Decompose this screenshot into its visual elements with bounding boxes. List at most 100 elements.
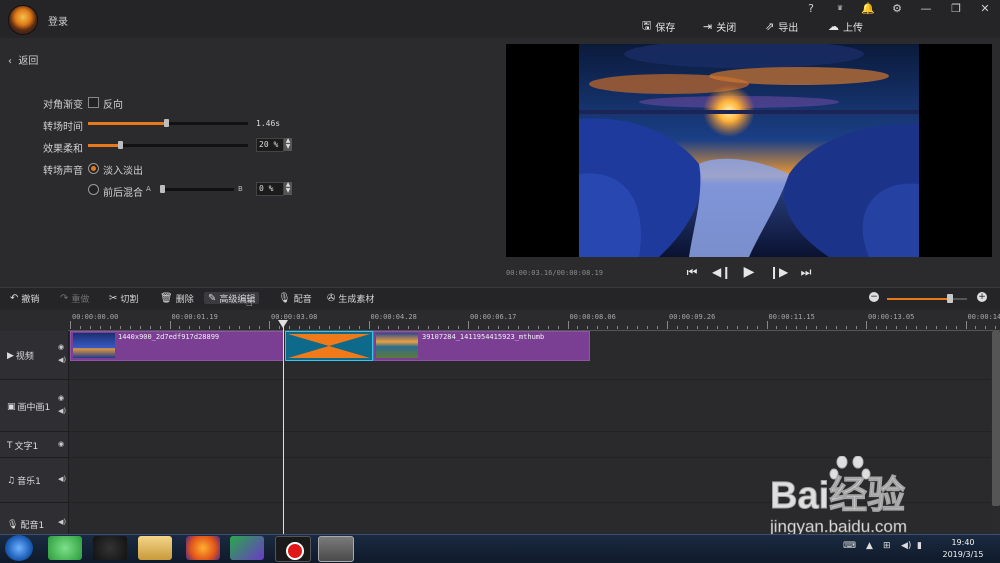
duration-slider-knob[interactable] xyxy=(164,119,169,127)
chevron-left-icon: ‹ xyxy=(8,56,12,67)
taskbar-app-qq-icon[interactable] xyxy=(93,536,127,560)
ruler-major-tick xyxy=(667,321,668,329)
taskbar-app-360-icon[interactable] xyxy=(48,536,82,560)
fade-radio[interactable] xyxy=(88,163,99,174)
transition-clip[interactable] xyxy=(285,331,373,361)
ruler-minor-tick xyxy=(458,326,459,329)
edit-toolbar xyxy=(0,287,1000,311)
taskbar-clock[interactable]: 19:40 2019/3/15 xyxy=(932,537,994,561)
soft-value-input[interactable]: 20 % xyxy=(256,138,284,152)
zoom-in-icon[interactable]: + xyxy=(977,292,987,302)
next-frame-icon[interactable]: ❙▶ xyxy=(769,264,785,280)
undo-button[interactable]: ↶ 撤销 xyxy=(10,292,39,304)
ruler-minor-tick xyxy=(299,326,300,329)
soft-spinner[interactable]: ▲▼ xyxy=(284,138,292,151)
mix-slider[interactable] xyxy=(162,188,234,191)
mix-radio[interactable] xyxy=(88,184,99,195)
track-body-pip[interactable] xyxy=(69,380,991,432)
ruler-minor-tick xyxy=(856,326,857,329)
track-body-text[interactable] xyxy=(69,432,991,458)
volume-icon[interactable]: ◀) xyxy=(901,541,911,551)
ruler-minor-tick xyxy=(558,326,559,329)
timeline-scrollbar[interactable] xyxy=(992,331,1000,506)
mix-a-label: A xyxy=(146,185,151,193)
eye-icon[interactable]: ◉ xyxy=(58,343,64,351)
generate-button[interactable]: ✇ 生成素材 xyxy=(327,292,374,304)
close-project-button[interactable]: ⇥ 关闭 xyxy=(703,19,736,33)
app-logo[interactable] xyxy=(8,5,38,35)
export-button[interactable]: ⇗ 导出 xyxy=(765,19,798,33)
gear-icon[interactable]: ⚙ xyxy=(889,2,905,16)
ruler-minor-tick xyxy=(985,326,986,329)
ruler-label: 00:00:00.00 xyxy=(72,313,118,321)
ruler-minor-tick xyxy=(289,326,290,329)
vip-icon[interactable]: ♛ xyxy=(832,4,848,18)
taskbar-app-player-icon[interactable] xyxy=(230,536,264,560)
login-link[interactable]: 登录 xyxy=(48,13,68,28)
ruler-major-tick xyxy=(170,321,171,329)
track-label-video: ▶视频 xyxy=(7,349,34,362)
close-icon[interactable]: ✕ xyxy=(977,2,993,16)
dub-label: 配音 xyxy=(294,292,312,305)
help-icon[interactable]: ? xyxy=(803,2,819,16)
ruler-minor-tick xyxy=(418,326,419,329)
speaker-icon[interactable]: ◀) xyxy=(58,518,66,526)
zoom-slider-knob[interactable] xyxy=(947,294,953,303)
ruler-minor-tick xyxy=(697,326,698,329)
reverse-checkbox[interactable] xyxy=(88,97,99,108)
playhead[interactable] xyxy=(283,320,284,534)
mix-spinner[interactable]: ▲▼ xyxy=(284,182,292,195)
ruler-minor-tick xyxy=(448,326,449,329)
taskbar-app-editor-icon[interactable] xyxy=(318,536,354,562)
taskbar-app-record-icon[interactable] xyxy=(275,536,311,562)
generate-label: 生成素材 xyxy=(338,292,374,305)
zoom-out-icon[interactable]: − xyxy=(869,292,879,302)
cut-button[interactable]: ✂ 切割 xyxy=(109,292,138,304)
ruler-minor-tick xyxy=(209,326,210,329)
start-button[interactable] xyxy=(5,535,33,561)
tray-arrow-icon[interactable]: ▲ xyxy=(866,541,873,551)
redo-button[interactable]: ↷ 重做 xyxy=(60,292,89,304)
ruler-minor-tick xyxy=(975,326,976,329)
ruler-major-tick xyxy=(369,321,370,329)
delete-button[interactable]: 🗑 删除 xyxy=(160,292,194,304)
bell-icon[interactable]: 🔔 xyxy=(860,2,876,16)
keyboard-icon[interactable]: ⌨ xyxy=(843,541,856,551)
restore-icon[interactable]: ❐ xyxy=(948,2,964,16)
clip-2-thumbnail xyxy=(376,333,418,358)
dub-button[interactable]: 🎙 配音 xyxy=(278,292,312,304)
prev-frame-icon[interactable]: ◀❙ xyxy=(712,264,728,280)
minimize-icon[interactable]: — xyxy=(918,2,934,16)
upload-button[interactable]: ☁ 上传 xyxy=(828,19,863,33)
signal-icon[interactable]: ▮ xyxy=(917,541,922,551)
speaker-icon[interactable]: ◀) xyxy=(58,407,66,415)
speaker-icon[interactable]: ◀) xyxy=(58,356,66,364)
music-note-icon: ♫ xyxy=(7,476,15,486)
play-icon[interactable]: ▶ xyxy=(741,264,757,280)
text-track-icon: T xyxy=(7,441,13,451)
network-icon[interactable]: ⊞ xyxy=(883,541,891,551)
skip-start-icon[interactable]: ⏮ xyxy=(684,264,700,280)
export-icon: ⇗ xyxy=(765,20,774,33)
taskbar-app-folder-icon[interactable] xyxy=(138,536,172,560)
diagonal-label: 对角渐变 xyxy=(43,96,83,111)
save-button[interactable]: 🖫 保存 xyxy=(642,19,675,33)
ruler-minor-tick xyxy=(538,326,539,329)
preview-timecode: 00:00:03.16/00:00:08.19 xyxy=(506,269,603,277)
speaker-icon[interactable]: ◀) xyxy=(58,475,66,483)
ruler-label: 00:00:01.19 xyxy=(172,313,218,321)
mix-slider-knob[interactable] xyxy=(160,185,165,193)
back-button[interactable]: ‹ 返回 xyxy=(8,52,38,67)
clock-date: 2019/3/15 xyxy=(932,549,994,561)
skip-end-icon[interactable]: ⏭ xyxy=(798,264,814,280)
mix-value-input[interactable]: 0 % xyxy=(256,182,284,196)
ruler-minor-tick xyxy=(359,326,360,329)
soft-slider-knob[interactable] xyxy=(118,141,123,149)
duration-slider-fill xyxy=(88,122,166,125)
track-label-text: T文字1 xyxy=(7,439,38,452)
taskbar-app-firefox-icon[interactable] xyxy=(186,536,220,560)
eye-icon[interactable]: ◉ xyxy=(58,394,64,402)
ruler-minor-tick xyxy=(846,326,847,329)
eye-icon[interactable]: ◉ xyxy=(58,440,64,448)
ruler-minor-tick xyxy=(259,326,260,329)
